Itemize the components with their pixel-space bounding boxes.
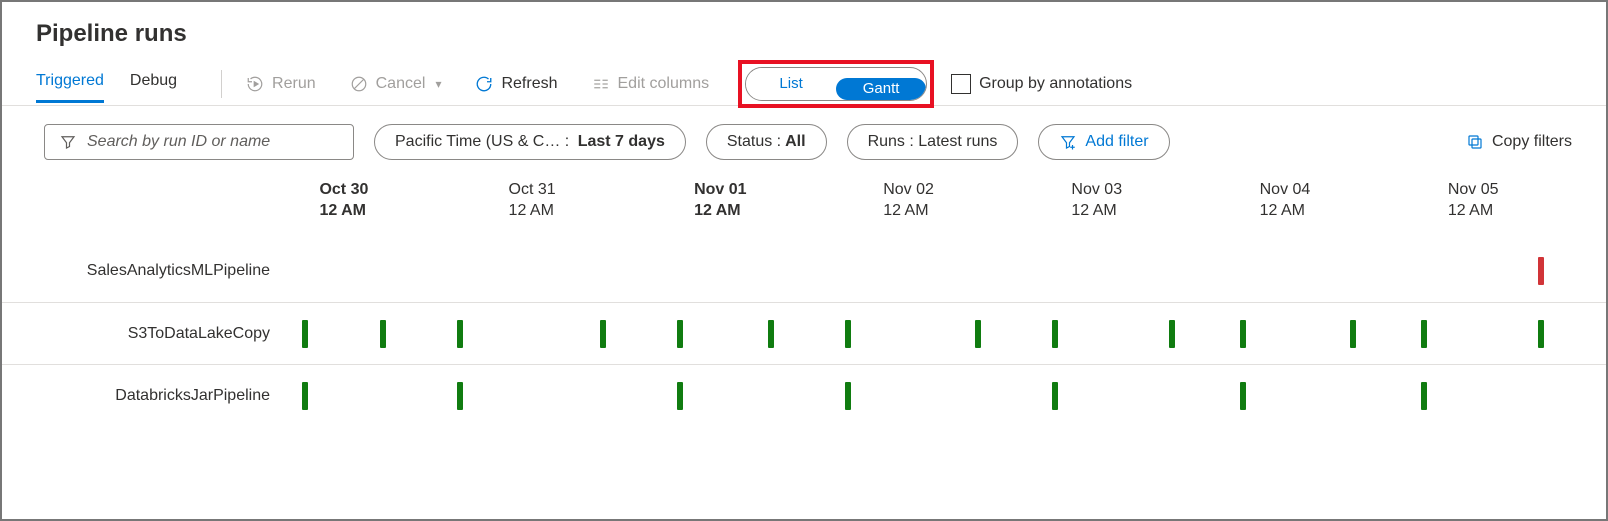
run-bar[interactable] bbox=[600, 320, 606, 348]
refresh-button[interactable]: Refresh bbox=[469, 71, 563, 97]
run-bar[interactable] bbox=[677, 320, 683, 348]
rerun-label: Rerun bbox=[272, 75, 316, 93]
filter-status-value: All bbox=[785, 133, 805, 151]
view-toggle-list[interactable]: List bbox=[746, 68, 836, 100]
gantt-row: DatabricksJarPipeline bbox=[2, 364, 1606, 426]
gantt-chart: Oct 3012 AM Oct 3112 AM Nov 0112 AM Nov 021… bbox=[2, 180, 1606, 426]
timeline-tick: Nov 0412 AM bbox=[1260, 180, 1311, 222]
run-bar[interactable] bbox=[845, 382, 851, 410]
timeline-tick: Nov 0212 AM bbox=[883, 180, 934, 222]
run-bar[interactable] bbox=[1169, 320, 1175, 348]
columns-icon bbox=[592, 75, 610, 93]
chevron-down-icon: ▾ bbox=[435, 77, 441, 91]
timeline-tick: Oct 3112 AM bbox=[509, 180, 556, 222]
run-bar[interactable] bbox=[1538, 320, 1544, 348]
view-toggle[interactable]: List Gantt bbox=[745, 67, 927, 101]
tab-triggered[interactable]: Triggered bbox=[36, 64, 104, 103]
rerun-icon bbox=[246, 75, 264, 93]
filter-status-prefix: Status : bbox=[727, 133, 781, 151]
row-bars bbox=[292, 365, 1586, 426]
run-bar[interactable] bbox=[457, 320, 463, 348]
pipeline-name[interactable]: SalesAnalyticsMLPipeline bbox=[2, 262, 292, 280]
run-bar[interactable] bbox=[380, 320, 386, 348]
filter-timezone[interactable]: Pacific Time (US & C… : Last 7 days bbox=[374, 124, 686, 160]
gantt-body: SalesAnalyticsMLPipeline S3ToDataLakeCopy… bbox=[2, 240, 1606, 426]
run-bar[interactable] bbox=[1421, 320, 1427, 348]
run-bar[interactable] bbox=[1052, 320, 1058, 348]
filter-timezone-prefix: Pacific Time (US & C… bbox=[395, 133, 560, 151]
run-bar[interactable] bbox=[1350, 320, 1356, 348]
edit-columns-button[interactable]: Edit columns bbox=[586, 71, 716, 97]
run-bar[interactable] bbox=[1240, 382, 1246, 410]
group-by-label: Group by annotations bbox=[979, 75, 1132, 93]
search-input[interactable]: Search by run ID or name bbox=[44, 124, 354, 160]
toolbar: Triggered Debug Rerun Cancel ▾ Refresh bbox=[2, 62, 1606, 106]
timeline-tick: Oct 3012 AM bbox=[319, 180, 368, 222]
cancel-button[interactable]: Cancel ▾ bbox=[344, 71, 448, 97]
cancel-icon bbox=[350, 75, 368, 93]
page-title: Pipeline runs bbox=[2, 2, 1606, 62]
run-bar[interactable] bbox=[1538, 257, 1544, 285]
view-toggle-gantt[interactable]: Gantt bbox=[836, 78, 926, 100]
run-bar[interactable] bbox=[1240, 320, 1246, 348]
run-bar[interactable] bbox=[302, 320, 308, 348]
run-bar[interactable] bbox=[457, 382, 463, 410]
rerun-button[interactable]: Rerun bbox=[240, 71, 322, 97]
timeline-tick: Nov 0512 AM bbox=[1448, 180, 1499, 222]
tab-debug[interactable]: Debug bbox=[130, 64, 177, 103]
copy-icon bbox=[1466, 133, 1484, 151]
edit-columns-label: Edit columns bbox=[618, 75, 710, 93]
refresh-label: Refresh bbox=[501, 75, 557, 93]
filter-runs-value: Latest runs bbox=[918, 133, 997, 151]
run-bar[interactable] bbox=[768, 320, 774, 348]
run-bar[interactable] bbox=[975, 320, 981, 348]
filter-status[interactable]: Status : All bbox=[706, 124, 827, 160]
filter-icon bbox=[59, 133, 77, 151]
filter-runs-prefix: Runs : bbox=[868, 133, 914, 151]
checkbox-icon[interactable] bbox=[951, 74, 971, 94]
timeline-tick: Nov 0312 AM bbox=[1071, 180, 1122, 222]
run-bar[interactable] bbox=[845, 320, 851, 348]
run-bar[interactable] bbox=[677, 382, 683, 410]
cancel-label: Cancel bbox=[376, 75, 426, 93]
refresh-icon bbox=[475, 75, 493, 93]
filter-runs[interactable]: Runs : Latest runs bbox=[847, 124, 1019, 160]
timeline-tick: Nov 0112 AM bbox=[694, 180, 746, 222]
timeline-header: Oct 3012 AM Oct 3112 AM Nov 0112 AM Nov 021… bbox=[2, 180, 1606, 240]
pipeline-name[interactable]: S3ToDataLakeCopy bbox=[2, 325, 292, 343]
search-placeholder: Search by run ID or name bbox=[87, 133, 270, 151]
copy-filters-label: Copy filters bbox=[1492, 133, 1572, 151]
run-bar[interactable] bbox=[1052, 382, 1058, 410]
copy-filters-button[interactable]: Copy filters bbox=[1466, 133, 1572, 151]
pipeline-name[interactable]: DatabricksJarPipeline bbox=[2, 387, 292, 405]
add-filter-icon bbox=[1059, 133, 1077, 151]
run-bar[interactable] bbox=[1421, 382, 1427, 410]
add-filter-label: Add filter bbox=[1085, 133, 1148, 151]
gantt-row: SalesAnalyticsMLPipeline bbox=[2, 240, 1606, 302]
divider bbox=[221, 70, 222, 98]
row-bars bbox=[292, 240, 1586, 302]
row-bars bbox=[292, 303, 1586, 364]
filter-timezone-value: Last 7 days bbox=[578, 133, 665, 151]
gantt-row: S3ToDataLakeCopy bbox=[2, 302, 1606, 364]
run-bar[interactable] bbox=[302, 382, 308, 410]
filter-bar: Search by run ID or name Pacific Time (U… bbox=[2, 106, 1606, 170]
group-by-annotations[interactable]: Group by annotations bbox=[951, 74, 1132, 94]
add-filter-button[interactable]: Add filter bbox=[1038, 124, 1169, 160]
